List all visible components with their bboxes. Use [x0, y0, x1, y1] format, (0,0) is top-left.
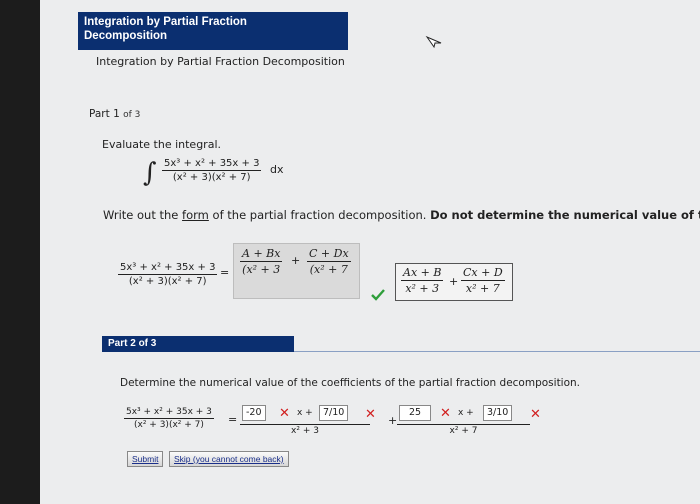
assignment-page: Integration by Partial Fraction Decompos… [40, 0, 700, 504]
integrand-dx: dx [270, 163, 284, 176]
title-line-2: Decomposition [84, 30, 168, 42]
term2-denominator: x² + 7 [449, 426, 478, 436]
coefficient-b-input[interactable]: 7/10 [319, 405, 349, 421]
page-subtitle: Integration by Partial Fraction Decompos… [96, 55, 345, 68]
part1-instructions: Write out the form of the partial fracti… [103, 208, 700, 222]
answer-plus: + [449, 275, 459, 288]
box-term1: A + Bx (x² + 3 [240, 247, 283, 276]
term1-denominator: x² + 3 [291, 426, 319, 436]
skip-button[interactable]: Skip (you cannot come back) [169, 451, 289, 467]
part2-term2-fraction: 25 ✕ x + 3/10 x² + 7 [397, 405, 530, 436]
coefficient-a-wrong-icon: ✕ [279, 406, 290, 421]
submit-button[interactable]: Submit [127, 451, 164, 467]
answer-term1: Ax + B x² + 3 [401, 266, 444, 295]
part2-plus: + [388, 414, 398, 427]
part1-label: Part 1 of 3 [89, 108, 141, 120]
form-link[interactable]: form [182, 208, 209, 222]
integral-sign-icon: ∫ [143, 158, 157, 188]
part2-term1-fraction: -20 ✕ x + 7/10 x² + 3 [240, 405, 370, 436]
part1-prompt: Evaluate the integral. [102, 138, 222, 151]
page-title: Integration by Partial Fraction Decompos… [78, 12, 348, 50]
title-line-1: Integration by Partial Fraction [84, 16, 247, 28]
integrand-denominator: (x² + 3)(x² + 7) [172, 172, 251, 183]
coefficient-c-input[interactable]: 25 [399, 405, 431, 421]
integrand-numerator: 5x³ + x² + 35x + 3 [162, 158, 262, 171]
check-icon [371, 289, 385, 301]
part2-equals: = [228, 413, 238, 426]
part1-lhs-fraction: 5x³ + x² + 35x + 3 (x² + 3)(x² + 7) [118, 262, 218, 287]
coefficient-b-wrong-icon: ✕ [365, 407, 376, 422]
part2-header: Part 2 of 3 [102, 336, 294, 352]
box-term2: C + Dx (x² + 7 [307, 247, 351, 276]
answer-term2: Cx + D x² + 7 [461, 266, 505, 295]
part2-lhs-fraction: 5x³ + x² + 35x + 3 (x² + 3)(x² + 7) [124, 407, 214, 430]
part1-correct-answer: Ax + B x² + 3 + Cx + D x² + 7 [395, 263, 513, 301]
part2-prompt: Determine the numerical value of the coe… [120, 377, 581, 389]
coefficient-d-wrong-icon: ✕ [530, 407, 541, 422]
integrand-fraction: 5x³ + x² + 35x + 3 (x² + 3)(x² + 7) [162, 158, 262, 183]
coefficient-a-input[interactable]: -20 [242, 405, 266, 421]
part2-divider [294, 351, 700, 352]
term2-x-plus: x + [458, 408, 474, 418]
term1-x-plus: x + [297, 408, 313, 418]
part1-answer-input-area[interactable]: A + Bx (x² + 3 + C + Dx (x² + 7 [233, 243, 360, 299]
mouse-pointer-icon [425, 35, 442, 49]
box-plus: + [291, 254, 301, 267]
part1-equals: = [220, 266, 230, 279]
coefficient-d-input[interactable]: 3/10 [483, 405, 513, 421]
coefficient-c-wrong-icon: ✕ [440, 406, 451, 421]
